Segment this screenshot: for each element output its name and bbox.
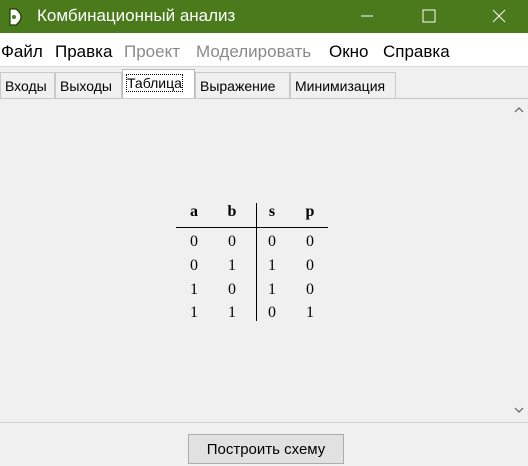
logisim-app-icon <box>9 8 22 26</box>
table-cell[interactable]: 1 <box>262 281 282 299</box>
tab-table[interactable]: Таблица <box>122 69 195 98</box>
maximize-icon <box>422 9 436 23</box>
table-cell[interactable]: 0 <box>300 233 320 251</box>
chevron-up-icon[interactable] <box>510 103 528 117</box>
vertical-scrollbar[interactable] <box>510 99 528 421</box>
chevron-down-icon[interactable] <box>510 403 528 417</box>
menu-edit[interactable]: Правка <box>55 42 112 62</box>
menu-project[interactable]: Проект <box>124 42 180 62</box>
table-cell[interactable]: 0 <box>262 304 282 322</box>
window-title: Комбинационный анализ <box>37 6 236 25</box>
table-cell[interactable]: 0 <box>184 233 204 251</box>
table-cell[interactable]: 0 <box>300 281 320 299</box>
table-header-a: a <box>190 203 198 220</box>
table-cell[interactable]: 1 <box>262 257 282 275</box>
table-cell[interactable]: 0 <box>184 257 204 275</box>
maximize-button[interactable] <box>406 0 452 33</box>
menu-help[interactable]: Справка <box>383 42 450 62</box>
close-icon <box>492 9 506 23</box>
footer-divider <box>0 422 528 423</box>
tab-table-label: Таблица <box>126 74 183 92</box>
table-cell[interactable]: 1 <box>222 257 242 275</box>
minimize-button[interactable] <box>344 0 390 33</box>
table-header-p: p <box>305 203 315 220</box>
table-cell[interactable]: 1 <box>300 304 320 322</box>
menu-window[interactable]: Окно <box>329 42 369 62</box>
table-cell[interactable]: 1 <box>222 304 242 322</box>
menu-divider <box>0 66 528 67</box>
tab-outputs[interactable]: Выходы <box>55 72 122 98</box>
table-cell[interactable]: 0 <box>222 233 242 251</box>
table-cell[interactable]: 0 <box>222 281 242 299</box>
title-bar: Комбинационный анализ <box>0 0 528 33</box>
tab-expression-label: Выражение <box>200 78 276 94</box>
tab-inputs-label: Входы <box>5 78 47 94</box>
table-panel: a b s p 0 0 0 0 0 1 1 0 1 0 1 0 1 1 0 1 <box>0 99 510 421</box>
menu-file[interactable]: Файл <box>1 42 43 62</box>
table-cell[interactable]: 1 <box>184 304 204 322</box>
truth-table: a b s p 0 0 0 0 0 1 1 0 1 0 1 0 1 1 0 1 <box>176 203 328 321</box>
close-button[interactable] <box>476 0 522 33</box>
minimize-icon <box>361 15 373 17</box>
table-cell[interactable]: 0 <box>300 257 320 275</box>
table-separator-horizontal <box>176 227 328 228</box>
tab-inputs[interactable]: Входы <box>0 72 55 98</box>
tab-minimization[interactable]: Минимизация <box>290 72 396 98</box>
table-separator-vertical <box>256 203 257 321</box>
tab-expression[interactable]: Выражение <box>195 72 290 98</box>
menu-simulate[interactable]: Моделировать <box>196 42 311 62</box>
table-header-s: s <box>268 203 276 220</box>
build-circuit-button[interactable]: Построить схему <box>188 434 344 464</box>
tab-strip: Входы Выходы Таблица Выражение Минимизац… <box>0 69 528 99</box>
tab-minimization-label: Минимизация <box>295 78 386 94</box>
table-cell[interactable]: 0 <box>262 233 282 251</box>
tab-outputs-label: Выходы <box>60 78 112 94</box>
menu-bar: Файл Правка Проект Моделировать Окно Спр… <box>0 33 528 66</box>
table-cell[interactable]: 1 <box>184 281 204 299</box>
table-header-b: b <box>227 203 237 220</box>
